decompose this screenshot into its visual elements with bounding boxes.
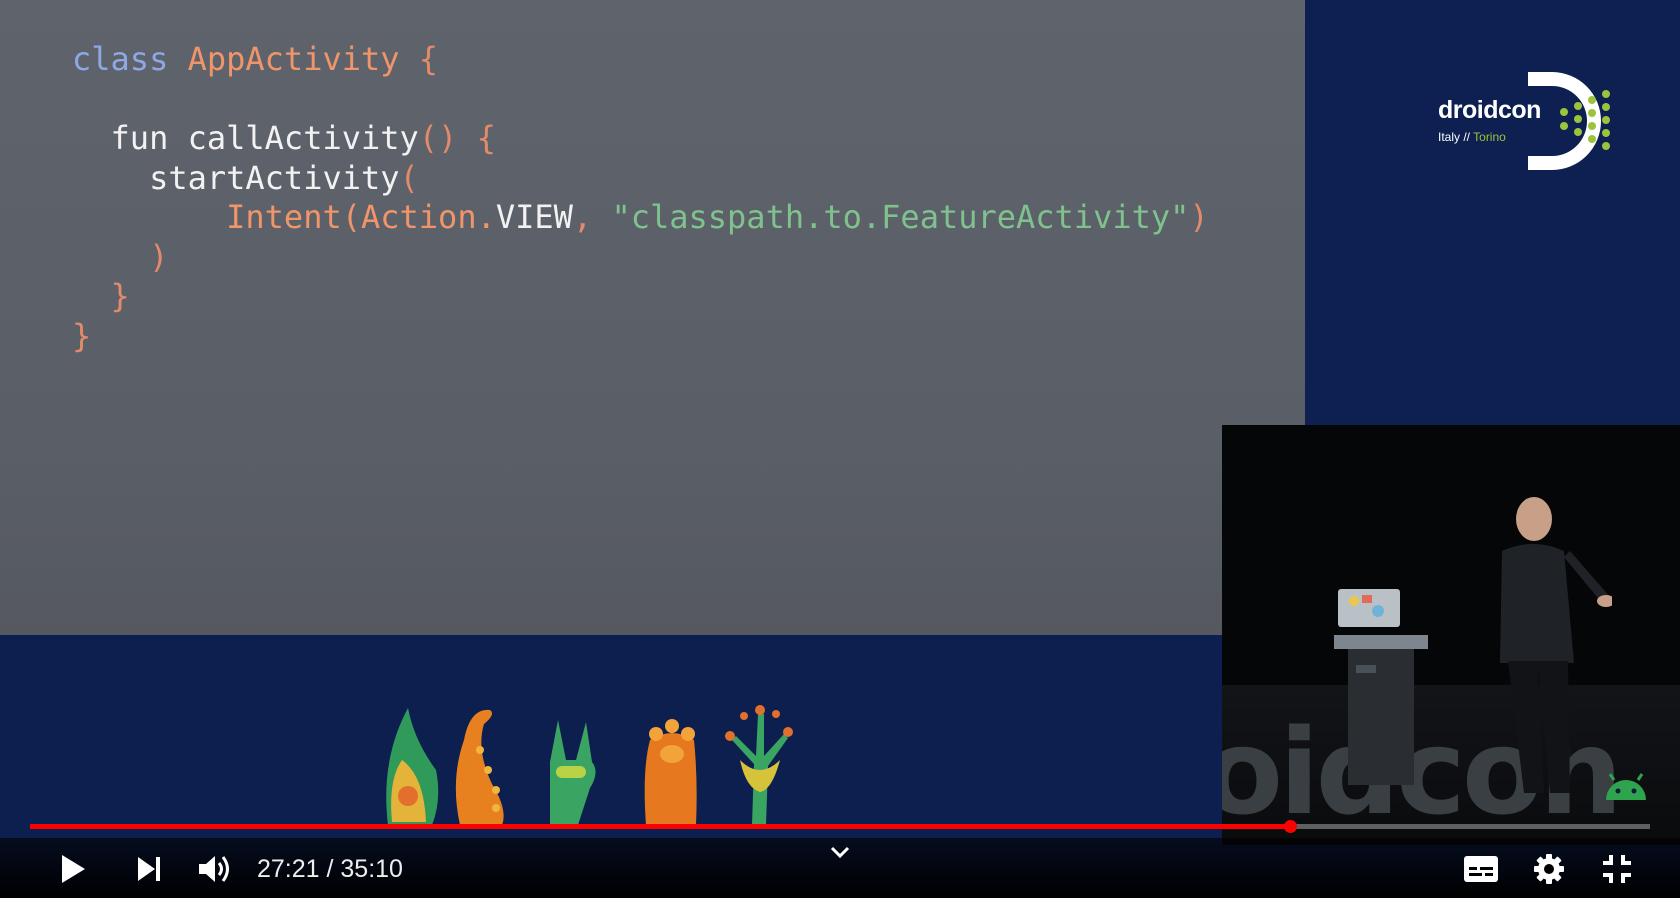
player-controls: 27:21 / 35:10 [0, 838, 1680, 898]
code-token: ) [1189, 198, 1209, 236]
progress-bar[interactable] [30, 820, 1650, 833]
chevron-down-icon [830, 846, 850, 859]
exit-fullscreen-icon [1603, 855, 1631, 883]
code-line: Intent(Action.VIEW, "classpath.to.Featur… [72, 198, 1209, 236]
exit-fullscreen-button[interactable] [1594, 846, 1640, 892]
video-frame[interactable]: class AppActivity { fun callActivity() {… [0, 0, 1680, 898]
code-block: class AppActivity { fun callActivity() {… [72, 40, 1209, 356]
gear-icon [1534, 854, 1564, 884]
volume-button[interactable] [192, 846, 238, 892]
code-token: startActivity [72, 158, 400, 197]
code-token: Intent(Action. [72, 198, 496, 236]
code-token: } [72, 316, 92, 355]
code-line: } [72, 277, 130, 315]
android-icon [1606, 773, 1646, 800]
logo-subtitle: Italy // Torino [1438, 130, 1506, 144]
presentation-slide: class AppActivity { fun callActivity() {… [0, 0, 1305, 635]
logo-region: Italy // [1438, 130, 1474, 144]
progress-fill [30, 824, 1291, 829]
brand-panel [1305, 0, 1680, 425]
code-line: class AppActivity { [72, 40, 438, 78]
code-token: class [72, 40, 188, 78]
code-line: fun callActivity() { [72, 119, 496, 157]
subtitles-icon [1464, 856, 1498, 882]
speaker-camera-feed: oidcon [1222, 425, 1680, 845]
volume-icon [199, 856, 229, 882]
code-token: VIEW [495, 198, 573, 236]
code-token: ( [399, 158, 419, 197]
podium [1334, 635, 1428, 785]
speaker-figure [1500, 497, 1612, 793]
code-line: ) [72, 238, 168, 276]
code-token: } [72, 277, 130, 315]
code-line: startActivity( [72, 159, 419, 197]
droidcon-logo: droidcon Italy // Torino [1438, 66, 1618, 176]
code-token: () { [418, 119, 496, 157]
logo-mark-icon [1528, 72, 1610, 170]
subtitles-button[interactable] [1458, 846, 1504, 892]
settings-button[interactable] [1526, 846, 1572, 892]
time-display: 27:21 / 35:10 [257, 855, 403, 883]
chapters-button[interactable] [818, 838, 862, 868]
code-token: fun [72, 119, 188, 157]
code-token: AppActivity [187, 40, 419, 78]
monster-hands-illustration [386, 705, 793, 825]
logo-city: Torino [1473, 130, 1506, 144]
code-token: "classpath.to.FeatureActivity" [611, 198, 1190, 236]
next-icon [138, 857, 160, 881]
next-button[interactable] [126, 846, 172, 892]
code-token: callActivity [187, 119, 419, 157]
laptop [1338, 589, 1400, 627]
code-token: , [572, 198, 612, 236]
play-button[interactable] [50, 846, 96, 892]
play-icon [62, 855, 85, 883]
code-token: { [418, 40, 439, 78]
code-line: } [72, 317, 91, 355]
code-token: ) [72, 237, 169, 276]
